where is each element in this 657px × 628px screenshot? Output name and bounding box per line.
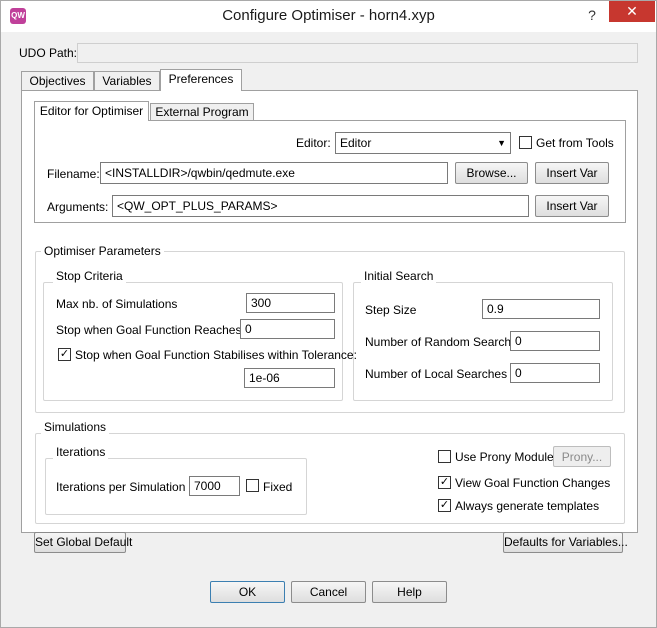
close-icon[interactable]: ✕	[609, 1, 655, 22]
max-simulations-input[interactable]: 300	[246, 293, 335, 313]
browse-button[interactable]: Browse...	[455, 162, 528, 184]
tab-external-program[interactable]: External Program	[150, 103, 254, 121]
use-prony-label: Use Prony Module	[455, 450, 554, 464]
fixed-label: Fixed	[263, 480, 293, 494]
editor-select-value: Editor	[340, 136, 372, 150]
goal-reaches-label: Stop when Goal Function Reaches	[56, 323, 242, 337]
iterations-per-simulation-label: Iterations per Simulation	[56, 480, 186, 494]
initial-search-title: Initial Search	[361, 269, 437, 283]
use-prony-checkbox[interactable]	[438, 450, 451, 463]
tab-editor-for-optimiser[interactable]: Editor for Optimiser	[34, 101, 149, 121]
always-templates-checkbox[interactable]: ✓	[438, 499, 451, 512]
stop-criteria-title: Stop Criteria	[53, 269, 126, 283]
configure-optimiser-dialog: QW Configure Optimiser - horn4.xyp ? ✕ U…	[0, 0, 657, 628]
set-global-default-button[interactable]: Set Global Default	[34, 532, 132, 553]
editor-subpanel: Editor: Editor ▼ Get from Tools Filename…	[34, 120, 626, 223]
editor-select[interactable]: Editor ▼	[335, 132, 511, 154]
help-button[interactable]: Help	[372, 581, 447, 603]
arguments-label: Arguments:	[47, 200, 109, 214]
local-searches-label: Number of Local Searches	[365, 367, 508, 381]
window-title: Configure Optimiser - horn4.xyp	[222, 7, 435, 24]
optimiser-parameters-title: Optimiser Parameters	[41, 244, 164, 258]
stabilises-checkbox[interactable]: ✓	[58, 348, 71, 361]
iterations-title: Iterations	[53, 445, 109, 459]
local-searches-input[interactable]: 0	[510, 363, 600, 383]
cancel-button[interactable]: Cancel	[291, 581, 366, 603]
defaults-for-variables-button[interactable]: Defaults for Variables...	[503, 532, 628, 553]
arguments-input[interactable]: <QW_OPT_PLUS_PARAMS>	[112, 195, 529, 217]
simulations-title: Simulations	[41, 420, 110, 434]
always-templates-label: Always generate templates	[455, 499, 600, 513]
get-from-tools-label: Get from Tools	[536, 136, 614, 150]
max-simulations-label: Max nb. of Simulations	[56, 297, 178, 311]
insert-var-arguments-button[interactable]: Insert Var	[535, 195, 609, 217]
prony-button[interactable]: Prony...	[553, 446, 611, 467]
udo-path-field[interactable]	[77, 43, 638, 63]
udo-path-label: UDO Path:	[19, 46, 78, 60]
help-icon[interactable]: ?	[581, 7, 603, 25]
random-searches-input[interactable]: 0	[510, 331, 600, 351]
tab-objectives[interactable]: Objectives	[21, 71, 94, 91]
filename-input[interactable]: <INSTALLDIR>/qwbin/qedmute.exe	[100, 162, 448, 184]
fixed-checkbox[interactable]	[246, 479, 259, 492]
iterations-per-simulation-input[interactable]: 7000	[189, 476, 240, 496]
tolerance-input[interactable]: 1e-06	[244, 368, 335, 388]
filename-label: Filename:	[47, 167, 100, 181]
step-size-label: Step Size	[365, 303, 417, 317]
chevron-down-icon: ▼	[497, 138, 506, 148]
tab-preferences[interactable]: Preferences	[160, 69, 242, 91]
tab-variables[interactable]: Variables	[94, 71, 160, 91]
ok-button[interactable]: OK	[210, 581, 285, 603]
goal-reaches-input[interactable]: 0	[240, 319, 335, 339]
view-goal-changes-checkbox[interactable]: ✓	[438, 476, 451, 489]
step-size-input[interactable]: 0.9	[482, 299, 600, 319]
preferences-panel: Editor for Optimiser External Program Ed…	[21, 90, 638, 533]
title-bar[interactable]: QW Configure Optimiser - horn4.xyp ? ✕	[1, 1, 656, 32]
insert-var-filename-button[interactable]: Insert Var	[535, 162, 609, 184]
view-goal-changes-label: View Goal Function Changes	[455, 476, 611, 490]
editor-label: Editor:	[296, 136, 331, 150]
stabilises-label: Stop when Goal Function Stabilises withi…	[75, 348, 357, 362]
get-from-tools-checkbox[interactable]	[519, 136, 532, 149]
random-searches-label: Number of Random Searches	[365, 335, 524, 349]
